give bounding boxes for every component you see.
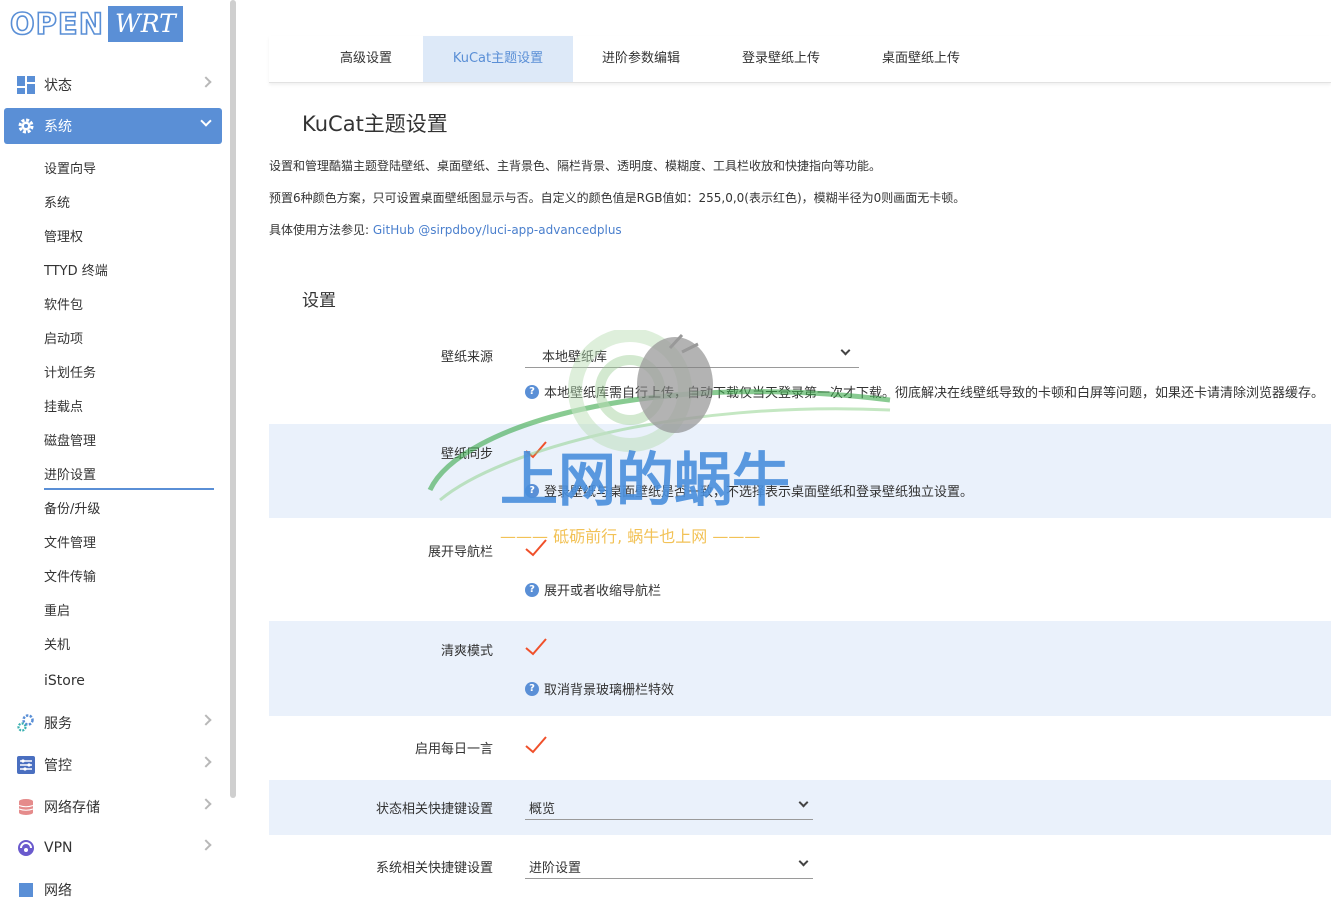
chevron-right-icon: [200, 756, 212, 768]
sidebar-sub-ttyd[interactable]: TTYD 终端: [44, 260, 108, 279]
clean-mode-checkbox[interactable]: [525, 638, 547, 656]
network-icon: [16, 880, 36, 900]
expand-nav-label: 展开导航栏: [427, 545, 493, 560]
expand-nav-checkbox[interactable]: [525, 539, 547, 557]
hint-text: 取消背景玻璃栅栏特效: [544, 683, 675, 698]
sidebar-item-label: 系统: [44, 119, 72, 135]
hint-text: 登录壁纸与桌面壁纸是否一致，不选择表示桌面壁纸和登录壁纸独立设置。: [544, 485, 974, 500]
sidebar: OPEN WRT 状态 系统 设置向导 系统 管理权 TTYD 终端 软件包 启…: [0, 0, 236, 899]
sidebar-sub-istore[interactable]: iStore: [44, 673, 85, 689]
chevron-down-icon: [200, 115, 212, 127]
help-icon: ?: [525, 681, 539, 696]
tab-advanced[interactable]: 高级设置: [322, 36, 410, 82]
chevron-right-icon: [200, 714, 212, 726]
chevron-down-icon: [798, 797, 809, 808]
sidebar-item-system[interactable]: 系统: [4, 108, 222, 144]
dashboard-icon: [16, 75, 36, 95]
select-value: 概览: [529, 802, 556, 817]
hint-text: 本地壁纸库需自行上传，自动下载仅当天登录第一次才下载。彻底解决在线壁纸导致的卡顿…: [544, 386, 1325, 401]
sidebar-sub-disk[interactable]: 磁盘管理: [44, 430, 96, 449]
row-band: [269, 621, 1331, 716]
wallpaper-sync-hint: ? 登录壁纸与桌面壁纸是否一致，不选择表示桌面壁纸和登录壁纸独立设置。: [525, 481, 973, 500]
sidebar-sub-startup[interactable]: 启动项: [44, 328, 83, 347]
daily-quote-checkbox[interactable]: [525, 736, 547, 754]
status-shortcut-label: 状态相关快捷键设置: [375, 802, 493, 817]
openwrt-logo[interactable]: OPEN WRT: [9, 6, 183, 42]
select-value: 进阶设置: [529, 861, 582, 876]
tab-login-wallpaper-upload[interactable]: 登录壁纸上传: [733, 36, 829, 82]
status-shortcut-select[interactable]: 概览: [525, 792, 813, 820]
sidebar-sub-reboot[interactable]: 重启: [44, 600, 70, 619]
sidebar-sub-system[interactable]: 系统: [44, 192, 70, 211]
sidebar-sub-filemanager[interactable]: 文件管理: [44, 532, 96, 551]
description-line-3: 具体使用方法参见: GitHub @sirpdboy/luci-app-adva…: [269, 221, 622, 238]
sidebar-item-nas[interactable]: 网络存储: [4, 789, 222, 825]
sidebar-sub-packages[interactable]: 软件包: [44, 294, 83, 313]
vpn-icon: [16, 838, 36, 858]
clean-mode-hint: ? 取消背景玻璃栅栏特效: [525, 679, 674, 698]
logo-wrt-text: WRT: [108, 6, 183, 42]
tab-kucat-theme[interactable]: KuCat主题设置: [423, 36, 573, 82]
sidebar-sub-mounts[interactable]: 挂载点: [44, 396, 83, 415]
sidebar-sub-advanced[interactable]: 进阶设置: [44, 464, 214, 490]
description-line-2: 预置6种颜色方案，只可设置桌面壁纸图显示与否。自定义的颜色值是RGB值如：255…: [269, 191, 966, 205]
wallpaper-source-label: 壁纸来源: [440, 350, 493, 365]
logo-open-text: OPEN: [9, 6, 104, 42]
sidebar-sub-shutdown[interactable]: 关机: [44, 634, 70, 653]
system-shortcut-select[interactable]: 进阶设置: [525, 851, 813, 879]
sidebar-item-label: VPN: [44, 840, 73, 856]
tab-desktop-wallpaper-upload[interactable]: 桌面壁纸上传: [873, 36, 969, 82]
row-band: [269, 424, 1331, 518]
storage-icon: [16, 797, 36, 817]
chevron-down-icon: [840, 345, 851, 356]
tab-advanced-params[interactable]: 进阶参数编辑: [593, 36, 689, 82]
section-title: 设置: [302, 291, 336, 311]
sidebar-item-control[interactable]: 管控: [4, 747, 222, 783]
sidebar-item-status[interactable]: 状态: [4, 67, 222, 103]
sidebar-item-label: 网络存储: [44, 800, 100, 816]
sidebar-item-label: 状态: [44, 78, 72, 94]
services-icon: [16, 713, 36, 733]
sidebar-item-network[interactable]: 网络: [4, 872, 222, 908]
help-icon: ?: [525, 384, 539, 399]
control-icon: [16, 755, 36, 775]
help-icon: ?: [525, 582, 539, 597]
sidebar-sub-admin[interactable]: 管理权: [44, 226, 83, 245]
page-title: KuCat主题设置: [302, 112, 448, 136]
wallpaper-sync-label: 壁纸同步: [440, 447, 493, 462]
sidebar-item-label: 网络: [44, 883, 72, 899]
help-icon: ?: [525, 483, 539, 498]
chevron-right-icon: [200, 798, 212, 810]
wallpaper-source-select[interactable]: 本地壁纸库: [525, 340, 859, 368]
wallpaper-source-hint: ? 本地壁纸库需自行上传，自动下载仅当天登录第一次才下载。彻底解决在线壁纸导致的…: [525, 382, 1324, 401]
sidebar-sub-setup-wizard[interactable]: 设置向导: [44, 158, 96, 177]
sidebar-sub-filetransfer[interactable]: 文件传输: [44, 566, 96, 585]
sidebar-item-label: 管控: [44, 758, 72, 774]
system-shortcut-label: 系统相关快捷键设置: [375, 861, 493, 876]
wallpaper-sync-checkbox[interactable]: [525, 441, 547, 459]
chevron-down-icon: [798, 856, 809, 867]
sidebar-sub-backup[interactable]: 备份/升级: [44, 498, 100, 517]
github-link[interactable]: GitHub @sirpdboy/luci-app-advancedplus: [373, 223, 622, 237]
sidebar-item-vpn[interactable]: VPN: [4, 830, 222, 866]
sidebar-scrollbar[interactable]: [230, 0, 236, 798]
clean-mode-label: 清爽模式: [440, 644, 493, 659]
description-prefix: 具体使用方法参见:: [269, 223, 370, 237]
tab-bar: 高级设置 KuCat主题设置 进阶参数编辑 登录壁纸上传 桌面壁纸上传: [269, 36, 1331, 83]
hint-text: 展开或者收缩导航栏: [544, 584, 662, 599]
sidebar-sub-crontab[interactable]: 计划任务: [44, 362, 96, 381]
sidebar-item-label: 服务: [44, 716, 72, 732]
chevron-right-icon: [200, 839, 212, 851]
chevron-right-icon: [200, 76, 212, 88]
select-value: 本地壁纸库: [542, 350, 608, 365]
gear-icon: [16, 116, 36, 136]
description-line-1: 设置和管理酷猫主题登陆壁纸、桌面壁纸、主背景色、隔栏背景、透明度、模糊度、工具栏…: [269, 159, 882, 173]
daily-quote-label: 启用每日一言: [414, 742, 493, 757]
expand-nav-hint: ? 展开或者收缩导航栏: [525, 580, 661, 599]
sidebar-item-services[interactable]: 服务: [4, 705, 222, 741]
